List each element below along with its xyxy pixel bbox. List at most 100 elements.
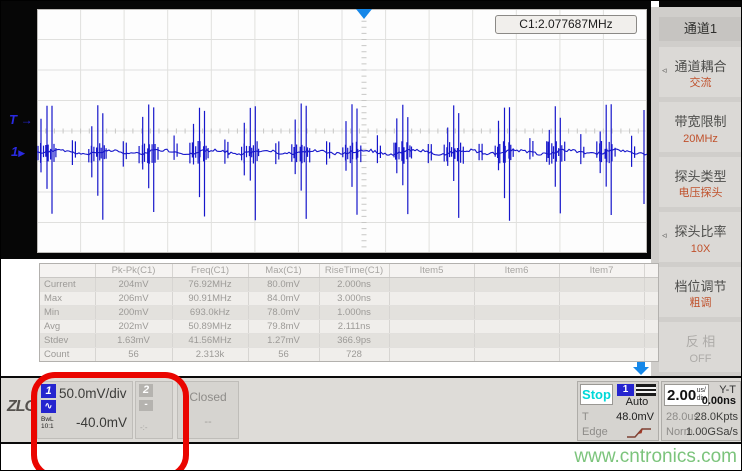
sample-rate: 1.00GSa/s — [686, 426, 738, 438]
measurement-cell — [644, 333, 658, 348]
menu-items: ◃ 通道耦合 交流 带宽限制 20MHz 探头类型 电压探头 ◃ 探头比率 10X 档位调节 粗调反 … — [659, 47, 741, 377]
measurement-cell: 3.000ns — [319, 291, 390, 306]
measurement-cell: 206mV — [95, 291, 173, 306]
measurement-cell — [389, 277, 475, 292]
measurement-cell — [474, 305, 560, 320]
measurement-cell — [389, 319, 475, 334]
channel1-ground-marker[interactable]: 1▶ — [11, 144, 25, 159]
sidebar-top-strip — [659, 1, 741, 7]
waveform-plot — [37, 9, 647, 253]
small-right-arrow-icon: ▶ — [18, 148, 26, 158]
menu-item-4[interactable]: ◃ 探头比率 10X — [659, 212, 741, 262]
measurement-cell: 1.63mV — [95, 333, 173, 348]
corner-cell — [40, 264, 96, 278]
menu-item-value: 粗调 — [689, 297, 712, 309]
measurement-cell: 2.313k — [172, 347, 249, 361]
status-bar: ZLG® 1 ∿ BwL10:1 50.0mV/div -40.0mV 2 - … — [1, 376, 741, 444]
menu-item-label: 带宽限制 — [674, 114, 727, 129]
oscilloscope-screen: T → 1▶ C1:2.077687MHz 通道1 ◃ 通道耦合 交流 带宽限制 20M… — [0, 0, 742, 471]
measurement-cell — [559, 291, 645, 306]
frequency-counter-readout: C1:2.077687MHz — [495, 15, 637, 34]
trigger-mode[interactable]: Auto — [617, 396, 657, 408]
measurement-cell: 41.56MHz — [172, 333, 249, 348]
menu-title: 通道1 — [659, 17, 741, 41]
measurement-cell: 1.27mV — [248, 333, 320, 348]
trigger-marker-label: T — [9, 112, 17, 127]
scroll-down-icon[interactable] — [633, 362, 649, 375]
measurement-cell — [474, 333, 560, 348]
channel2-state-block[interactable]: Closed -- — [177, 381, 239, 439]
measurement-cell — [644, 319, 658, 334]
measurement-cell: 78.0mV — [248, 305, 320, 320]
trigger-level-label: T — [582, 411, 589, 423]
measurement-cell: 366.9ps — [319, 333, 390, 348]
menu-item-3[interactable]: 探头类型 电压探头 — [659, 157, 741, 207]
row-label: Max — [40, 291, 96, 306]
measurement-cell: 84.0mV — [248, 291, 320, 306]
measurement-cell — [389, 347, 475, 361]
measurement-table: Pk-Pk(C1) Freq(C1) Max(C1) RiseTime(C1) Item… — [39, 263, 659, 362]
row-label: Count — [40, 347, 96, 361]
menu-item-value: 电压探头 — [678, 187, 723, 199]
measurement-cell — [474, 347, 560, 361]
trigger-source-badge: 1 — [617, 384, 634, 396]
column-header: Item8 — [644, 264, 658, 278]
menu-item-1[interactable]: ◃ 通道耦合 交流 — [659, 47, 741, 97]
measurement-cell — [389, 305, 475, 320]
waveform-frame: T → 1▶ C1:2.077687MHz — [1, 1, 651, 259]
menu-item-value: 20MHz — [683, 133, 718, 145]
measurement-cell: 200mV — [95, 305, 173, 320]
trigger-status-block: Stop 1 Auto T 48.0mV Edge — [577, 381, 659, 441]
trigger-level-marker[interactable]: T → — [9, 112, 33, 127]
horizontal-offset: 0.00ns — [701, 395, 736, 407]
measurement-cell: 204mV — [95, 277, 173, 292]
column-header: Item6 — [474, 264, 560, 278]
measurement-cell: 56 — [95, 347, 173, 361]
menu-item-label: 通道耦合 — [674, 59, 727, 74]
menu-item-5[interactable]: 档位调节 粗调 — [659, 267, 741, 317]
measurement-cell — [644, 277, 658, 292]
trigger-level-value: 48.0mV — [616, 411, 654, 423]
menu-item-label: 反 相 — [685, 334, 716, 349]
table-row: Count 56 2.313k 56 728 — [40, 347, 658, 361]
measurement-cell — [474, 319, 560, 334]
trigger-type: Edge — [582, 426, 608, 438]
menu-item-label: 档位调节 — [674, 279, 727, 294]
run-stop-button[interactable]: Stop — [580, 384, 613, 405]
arrow-head — [633, 367, 649, 375]
measurement-cell: 56 — [248, 347, 320, 361]
table-row: Current 204mV 76.92MHz 80.0mV 2.000ns — [40, 277, 658, 292]
column-header: Item5 — [389, 264, 475, 278]
measurement-cell — [389, 333, 475, 348]
ac-coupling-icon: ∿ — [41, 400, 56, 413]
column-header: Max(C1) — [248, 264, 320, 278]
channel2-coupling-icon: - — [139, 400, 153, 411]
channel1-status-block[interactable]: 1 ∿ BwL 10:1 50.0mV/div -40.0mV — [37, 381, 133, 439]
menu-item-label: 探头比率 — [674, 224, 727, 239]
measurement-cell — [644, 305, 658, 320]
menu-item-6[interactable]: 反 相 OFF — [659, 322, 741, 372]
table-row: Avg 202mV 50.89MHz 79.8mV 2.111ns — [40, 319, 658, 334]
measurement-cell: 1.000ns — [319, 305, 390, 320]
measurement-cell: 202mV — [95, 319, 173, 334]
channel1-scale: 50.0mV/div — [59, 386, 127, 401]
timebase-status-block: 2.00 us/div Y-T 0.00ns 28.0us 28.0Kpts N… — [661, 381, 741, 441]
column-header: RiseTime(C1) — [319, 264, 390, 278]
channel2-badge: 2 — [139, 384, 153, 397]
menu-item-2[interactable]: 带宽限制 20MHz — [659, 102, 741, 152]
measurement-cell — [559, 333, 645, 348]
measurement-cell — [559, 319, 645, 334]
channel2-status-block[interactable]: 2 - -:- — [135, 381, 173, 439]
channel1-offset: -40.0mV — [75, 415, 127, 430]
waveform-grid: C1:2.077687MHz — [37, 9, 647, 253]
column-header: Freq(C1) — [172, 264, 249, 278]
table-row: Stdev 1.63mV 41.56MHz 1.27mV 366.9ps — [40, 333, 658, 348]
measurement-cell — [559, 347, 645, 361]
measurement-cell — [644, 291, 658, 306]
menu-item-value: OFF — [689, 353, 712, 365]
measurement-cell: 76.92MHz — [172, 277, 249, 292]
measurement-cell: 90.91MHz — [172, 291, 249, 306]
measurement-cell — [644, 347, 658, 361]
channel2-state-label: Closed — [189, 390, 227, 404]
measurement-cell: 2.111ns — [319, 319, 390, 334]
